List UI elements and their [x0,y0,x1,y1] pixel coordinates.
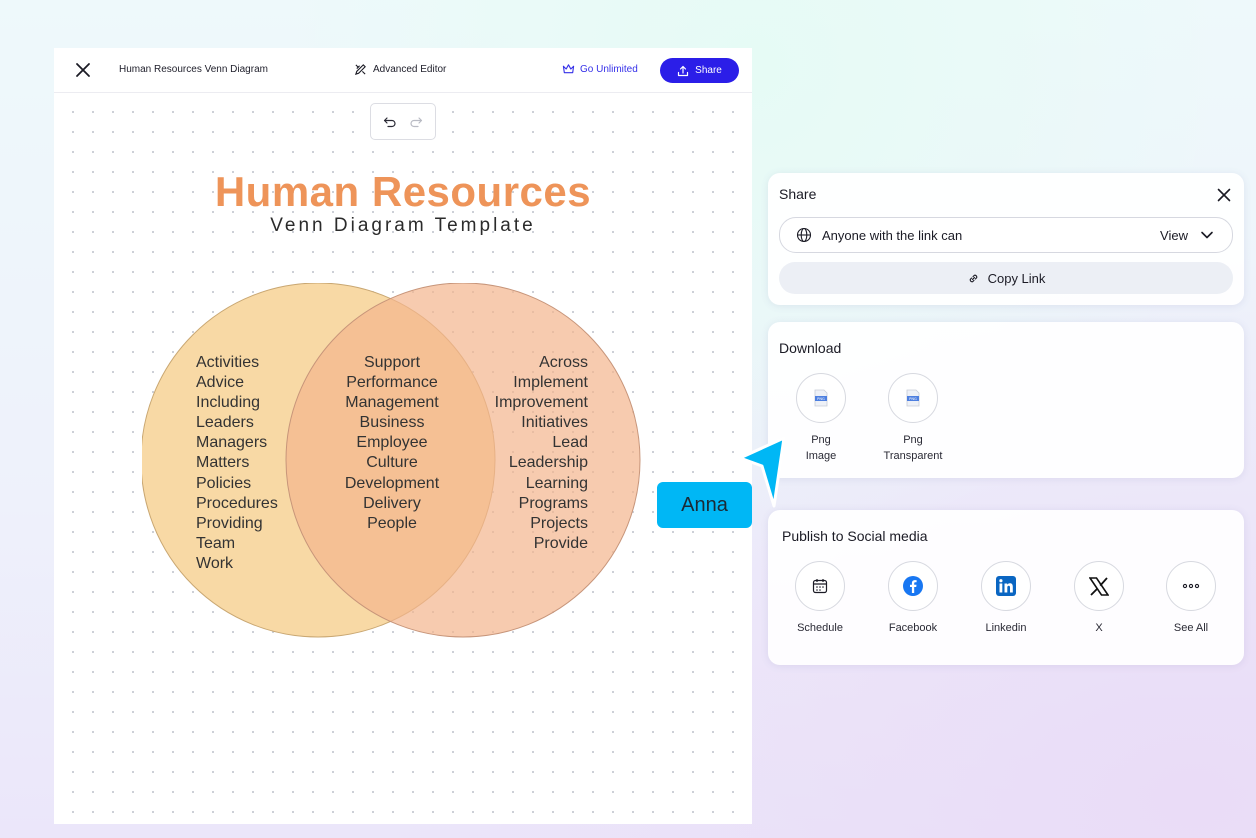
linkedin-icon [981,561,1031,611]
share-button[interactable]: Share [660,58,739,83]
download-option-line2: Transparent [883,450,943,462]
venn-term[interactable]: Providing [196,514,278,534]
globe-icon [796,227,812,243]
venn-term[interactable]: Learning [458,474,588,494]
venn-term[interactable]: Lead [458,433,588,453]
go-unlimited-label: Go Unlimited [580,63,638,75]
download-png-transparent[interactable]: PNG Png Transparent [873,373,953,464]
more-icon [1166,561,1216,611]
middle-terms: Support Performance Management Business Empl… [334,353,450,534]
undo-redo-controls [370,103,436,140]
venn-term[interactable]: People [334,514,450,534]
diagram-title[interactable]: Human Resources [54,168,752,216]
svg-text:PNG: PNG [909,397,917,401]
venn-term[interactable]: Business [334,413,450,433]
venn-term[interactable]: Provide [458,534,588,554]
venn-term[interactable]: Performance [334,373,450,393]
undo-icon[interactable] [383,116,397,128]
download-option-line2: Image [805,450,837,462]
x-button[interactable]: X [1059,561,1139,636]
png-file-icon: PNG [888,373,938,423]
venn-term[interactable]: Development [334,474,450,494]
download-option-line1: Png [811,434,831,446]
left-terms: Activities Advice Including Leaders Managers… [196,353,278,574]
see-all-button[interactable]: See All [1151,561,1231,636]
editor-window: Human Resources Venn Diagram Advanced Ed… [54,48,752,824]
venn-term[interactable]: Delivery [334,494,450,514]
advanced-editor-label: Advanced Editor [373,64,447,75]
advanced-editor-button[interactable]: Advanced Editor [354,63,446,76]
x-logo-icon [1074,561,1124,611]
share-panel: Share Anyone with the link can View Copy… [768,173,1244,305]
copy-link-label: Copy Link [987,270,1046,286]
venn-term[interactable]: Team [196,534,278,554]
venn-term[interactable]: Improvement [458,393,588,413]
diagram-subtitle[interactable]: Venn Diagram Template [54,215,752,237]
social-option-label: Schedule [797,622,843,634]
schedule-button[interactable]: Schedule [780,561,860,636]
venn-term[interactable]: Procedures [196,494,278,514]
redo-icon[interactable] [409,116,423,128]
facebook-button[interactable]: Facebook [873,561,953,636]
editor-toolbar: Human Resources Venn Diagram Advanced Ed… [54,48,752,93]
link-icon [969,274,977,282]
venn-term[interactable]: Programs [458,494,588,514]
venn-term[interactable]: Employee [334,433,450,453]
venn-term[interactable]: Including [196,393,278,413]
close-icon[interactable] [74,61,92,79]
venn-term[interactable]: Work [196,554,278,574]
share-button-label: Share [695,65,722,76]
collaborator-name-tag: Anna [657,482,752,528]
facebook-icon [888,561,938,611]
download-png-image[interactable]: PNG Png Image [781,373,861,464]
social-option-label: X [1095,622,1103,634]
venn-term[interactable]: Leaders [196,413,278,433]
venn-term[interactable]: Across [458,353,588,373]
download-option-line1: Png [903,434,923,446]
venn-term[interactable]: Support [334,353,450,373]
venn-term[interactable]: Implement [458,373,588,393]
chevron-down-icon [1201,231,1213,239]
venn-term[interactable]: Matters [196,453,278,473]
go-unlimited-link[interactable]: Go Unlimited [562,63,638,75]
diagram-canvas[interactable]: Human Resources Venn Diagram Template Ac… [54,93,752,824]
download-panel: Download PNG Png Image PNG Png Transpare… [768,322,1244,478]
venn-term[interactable]: Leadership [458,453,588,473]
right-terms: Across Implement Improvement Initiatives Lea… [458,353,588,554]
share-panel-title: Share [779,186,817,202]
venn-term[interactable]: Initiatives [458,413,588,433]
venn-term[interactable]: Projects [458,514,588,534]
linkedin-button[interactable]: Linkedin [966,561,1046,636]
document-title[interactable]: Human Resources Venn Diagram [119,64,268,75]
close-icon[interactable] [1216,187,1232,203]
venn-term[interactable]: Policies [196,474,278,494]
copy-link-button[interactable]: Copy Link [779,262,1233,294]
social-option-label: Linkedin [985,622,1027,634]
permission-value: View [1160,227,1188,243]
venn-term[interactable]: Managers [196,433,278,453]
crown-icon [562,64,575,74]
calendar-icon [795,561,845,611]
social-panel-title: Publish to Social media [782,528,928,544]
upload-icon [678,65,689,76]
png-file-icon: PNG [796,373,846,423]
pen-ruler-icon [354,64,366,76]
venn-term[interactable]: Activities [196,353,278,373]
svg-text:PNG: PNG [817,397,825,401]
social-option-label: See All [1173,622,1209,634]
link-access-dropdown[interactable]: Anyone with the link can View [779,217,1233,253]
social-option-label: Facebook [888,622,938,634]
social-panel: Publish to Social media Schedule Faceboo… [768,510,1244,665]
venn-term[interactable]: Culture [334,453,450,473]
venn-term[interactable]: Advice [196,373,278,393]
download-panel-title: Download [779,340,842,356]
link-access-label: Anyone with the link can [822,227,963,243]
venn-term[interactable]: Management [334,393,450,413]
